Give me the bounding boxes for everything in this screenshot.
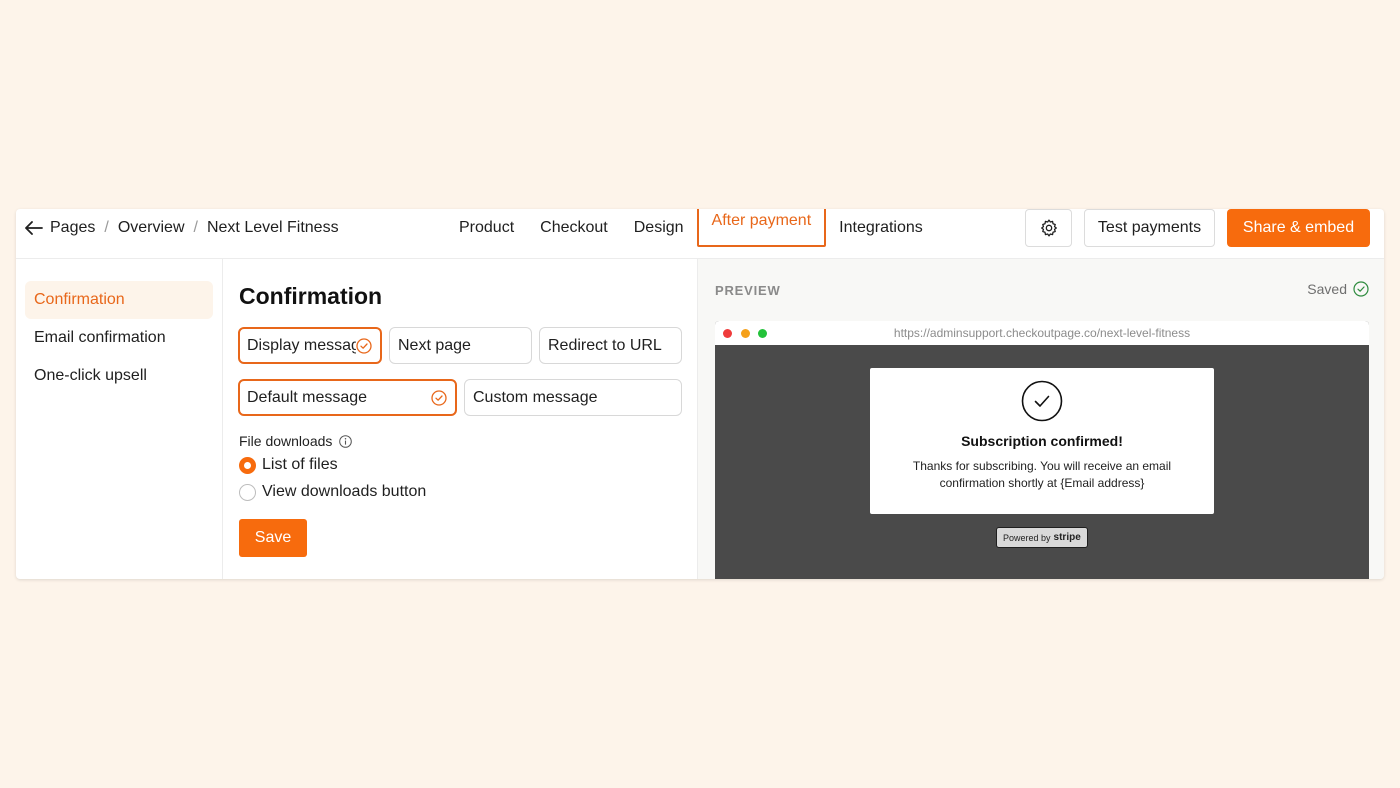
option-label: Redirect to URL bbox=[548, 336, 662, 354]
option-label: Custom message bbox=[473, 388, 598, 406]
radio-view-downloads-button[interactable]: View downloads button bbox=[239, 482, 426, 502]
breadcrumb-separator: / bbox=[193, 219, 198, 236]
top-bar: Pages / Overview / Next Level Fitness Pr… bbox=[16, 209, 1384, 259]
browser-preview: https://adminsupport.checkoutpage.co/nex… bbox=[715, 321, 1369, 579]
powered-by-stripe-badge: Powered by stripe bbox=[996, 527, 1088, 548]
info-icon[interactable] bbox=[339, 434, 353, 448]
breadcrumb-separator: / bbox=[104, 219, 109, 236]
card-title: Subscription confirmed! bbox=[961, 433, 1123, 449]
sidebar-item-confirmation[interactable]: Confirmation bbox=[25, 281, 213, 319]
breadcrumb-current-page: Next Level Fitness bbox=[206, 219, 339, 236]
check-circle-icon bbox=[1353, 281, 1369, 297]
check-circle-icon bbox=[1021, 380, 1063, 422]
radio-button-checked[interactable] bbox=[239, 456, 256, 474]
option-redirect-to-url[interactable]: Redirect to URL bbox=[539, 327, 682, 364]
app-window: Pages / Overview / Next Level Fitness Pr… bbox=[16, 209, 1384, 579]
powered-by-text: Powered by bbox=[1003, 532, 1051, 543]
tab-design[interactable]: Design bbox=[621, 209, 697, 247]
sidebar-item-one-click-upsell[interactable]: One-click upsell bbox=[25, 357, 213, 395]
radio-label: List of files bbox=[262, 456, 338, 473]
breadcrumb-overview[interactable]: Overview bbox=[118, 219, 185, 237]
arrow-left-icon[interactable] bbox=[24, 218, 44, 238]
radio-button[interactable] bbox=[239, 483, 256, 501]
radio-list-of-files[interactable]: List of files bbox=[239, 455, 338, 475]
check-circle-icon bbox=[356, 338, 372, 354]
save-button[interactable]: Save bbox=[239, 519, 307, 557]
option-custom-message[interactable]: Custom message bbox=[464, 379, 682, 416]
sidebar-item-email-confirmation[interactable]: Email confirmation bbox=[25, 319, 213, 357]
option-label: Display message bbox=[247, 336, 369, 354]
share-embed-button[interactable]: Share & embed bbox=[1227, 209, 1370, 247]
confirmation-form: Confirmation Display message Next page R… bbox=[223, 259, 698, 579]
preview-label: PREVIEW bbox=[715, 283, 781, 298]
option-next-page[interactable]: Next page bbox=[389, 327, 532, 364]
gear-icon bbox=[1039, 218, 1059, 238]
option-display-message[interactable]: Display message bbox=[238, 327, 382, 364]
tab-integrations[interactable]: Integrations bbox=[826, 209, 936, 247]
card-body: Thanks for subscribing. You will receive… bbox=[912, 459, 1172, 490]
file-downloads-text: File downloads bbox=[239, 433, 333, 449]
tab-after-payment[interactable]: After payment bbox=[696, 209, 827, 247]
nav-tabs: Product Checkout Design After payment In… bbox=[446, 209, 936, 247]
option-default-message[interactable]: Default message bbox=[238, 379, 457, 416]
preview-panel: PREVIEW Saved https://adminsupport.check… bbox=[698, 259, 1384, 579]
option-label: Next page bbox=[398, 336, 471, 354]
preview-url: https://adminsupport.checkoutpage.co/nex… bbox=[893, 326, 1191, 340]
sidebar: Confirmation Email confirmation One-clic… bbox=[16, 259, 223, 579]
file-downloads-label: File downloads bbox=[239, 433, 353, 449]
browser-bar: https://adminsupport.checkoutpage.co/nex… bbox=[715, 321, 1369, 345]
check-circle-icon bbox=[431, 390, 447, 406]
tab-checkout[interactable]: Checkout bbox=[527, 209, 621, 247]
stripe-logo: stripe bbox=[1053, 532, 1081, 543]
radio-label: View downloads button bbox=[262, 483, 427, 500]
settings-button[interactable] bbox=[1025, 209, 1072, 247]
breadcrumb-pages[interactable]: Pages bbox=[50, 219, 95, 237]
confirmation-card: Subscription confirmed! Thanks for subsc… bbox=[870, 368, 1214, 514]
page-title: Confirmation bbox=[239, 283, 383, 309]
breadcrumb: Pages / Overview / Next Level Fitness bbox=[24, 209, 339, 247]
test-payments-button[interactable]: Test payments bbox=[1084, 209, 1215, 247]
option-label: Default message bbox=[247, 388, 368, 406]
saved-status: Saved bbox=[1307, 281, 1369, 297]
saved-text: Saved bbox=[1307, 281, 1347, 297]
tab-product[interactable]: Product bbox=[446, 209, 527, 247]
